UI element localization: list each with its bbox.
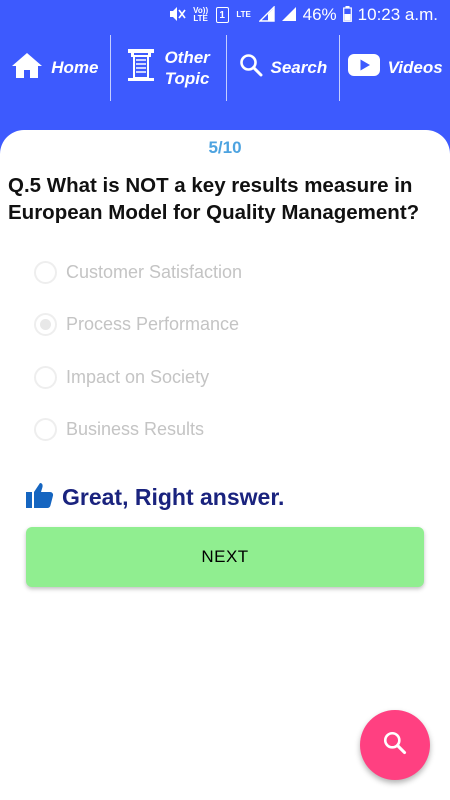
volte-indicator: Vo)) LTE [193, 6, 209, 23]
option-label: Impact on Society [66, 366, 210, 387]
radio-button[interactable] [34, 260, 57, 284]
youtube-icon [347, 54, 380, 81]
answer-options: Customer Satisfaction Process Performanc… [34, 246, 242, 456]
nav-videos-label: Videos [387, 57, 443, 77]
option-label: Customer Satisfaction [66, 261, 243, 282]
radio-button-selected[interactable] [34, 313, 57, 337]
radio-button[interactable] [34, 418, 57, 442]
clock: 10:23 a.m. [357, 5, 438, 24]
search-icon [382, 730, 408, 761]
radio-button[interactable] [34, 365, 57, 389]
feedback-text: Great, Right answer. [62, 484, 285, 510]
answer-option[interactable]: Impact on Society [34, 351, 242, 404]
quiz-card [0, 130, 450, 800]
answer-option[interactable]: Process Performance [34, 299, 242, 352]
nav-other-label: Other Topic [164, 47, 209, 89]
nav-home[interactable]: Home [0, 30, 110, 105]
building-icon [126, 48, 156, 87]
nav-videos[interactable]: Videos [340, 30, 450, 105]
battery-icon [342, 6, 352, 24]
top-nav: Home Other Topic Search Videos [0, 30, 450, 105]
next-button[interactable]: NEXT [26, 527, 424, 587]
lte-indicator: LTE [236, 10, 251, 19]
nav-other-line2: Topic [164, 68, 210, 88]
sim-indicator: 1 [215, 7, 229, 23]
status-bar: Vo)) LTE 1 LTE 46% 10:23 a.m. [0, 0, 450, 30]
question-progress: 5/10 [208, 138, 242, 157]
nav-other-line1: Other [164, 47, 210, 67]
nav-other-topic[interactable]: Other Topic [111, 30, 226, 105]
home-icon [11, 51, 43, 84]
search-fab[interactable] [360, 710, 430, 780]
search-icon [239, 53, 263, 82]
nav-search-label: Search [270, 57, 328, 77]
nav-search[interactable]: Search [227, 30, 340, 105]
option-label: Business Results [66, 419, 205, 440]
answer-option[interactable]: Business Results [34, 404, 242, 457]
question-text: Q.5 What is NOT a key results measure in… [8, 174, 420, 224]
signal-icon-1 [257, 5, 275, 24]
signal-icon-2 [281, 6, 297, 24]
thumbs-up-icon [26, 482, 54, 513]
option-label: Process Performance [66, 314, 240, 335]
answer-feedback: Great, Right answer. [26, 482, 284, 513]
battery-percent: 46% [302, 5, 337, 24]
sim-label: 1 [219, 9, 225, 21]
answer-option[interactable]: Customer Satisfaction [34, 246, 242, 299]
nav-home-label: Home [51, 57, 99, 77]
mute-icon [168, 6, 186, 24]
